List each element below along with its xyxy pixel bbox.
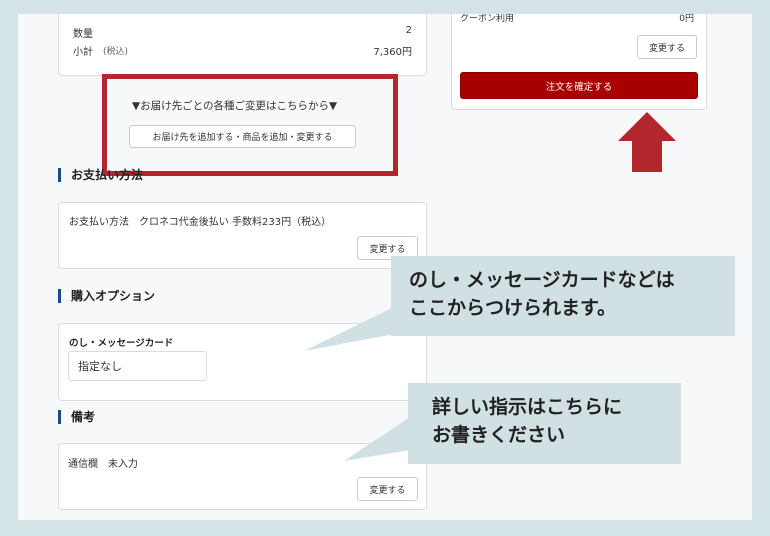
delivery-notice: ▼お届け先ごとの各種ご変更はこちらから▼ bbox=[132, 100, 338, 112]
arrow-up-icon bbox=[618, 112, 676, 172]
noshi-callout: のし・メッセージカードなどは ここからつけられます。 bbox=[391, 256, 735, 336]
remarks-callout-line2: お書きください bbox=[432, 424, 566, 446]
quantity-value: 2 bbox=[405, 25, 412, 36]
payment-card: お支払い方法 クロネコ代金後払い 手数料233円（税込） 変更する bbox=[58, 202, 427, 269]
order-confirmation-page: 数量 2 小計 (税込) 7,360円 ▼お届け先ごとの各種ご変更はこちらから▼… bbox=[18, 14, 752, 520]
remarks-section-title: 備考 bbox=[58, 410, 95, 424]
payment-section-title: お支払い方法 bbox=[58, 168, 143, 182]
subtotal-value: 7,360円 bbox=[373, 47, 412, 58]
add-delivery-button[interactable]: お届け先を追加する・商品を追加・変更する bbox=[129, 125, 356, 148]
confirm-order-button[interactable]: 注文を確定する bbox=[460, 72, 698, 99]
coupon-change-button[interactable]: 変更する bbox=[637, 35, 697, 59]
order-total-card: クーポン利用 0円 変更する 注文を確定する bbox=[451, 14, 707, 110]
payment-method-text: お支払い方法 クロネコ代金後払い 手数料233円（税込） bbox=[69, 217, 332, 228]
callout-pointer-remarks bbox=[344, 413, 416, 461]
noshi-label: のし・メッセージカード bbox=[69, 338, 174, 349]
coupon-value: 0円 bbox=[679, 14, 694, 24]
coupon-label: クーポン利用 bbox=[460, 14, 515, 24]
remarks-callout-line1: 詳しい指示はこちらに bbox=[432, 396, 623, 418]
remarks-callout: 詳しい指示はこちらに お書きください bbox=[408, 383, 681, 464]
quantity-label: 数量 bbox=[73, 29, 93, 40]
noshi-callout-line2: ここからつけられます。 bbox=[409, 297, 617, 319]
subtotal-tax-note: (税込) bbox=[103, 47, 129, 57]
order-summary-card: 数量 2 小計 (税込) 7,360円 bbox=[58, 14, 427, 76]
noshi-callout-line1: のし・メッセージカードなどは bbox=[409, 269, 675, 291]
noshi-select[interactable]: 指定なし bbox=[68, 351, 207, 381]
options-section-title: 購入オプション bbox=[58, 289, 155, 303]
subtotal-label: 小計 bbox=[73, 47, 93, 58]
remarks-text: 通信欄 未入力 bbox=[68, 459, 138, 470]
remarks-change-button[interactable]: 変更する bbox=[357, 477, 418, 501]
